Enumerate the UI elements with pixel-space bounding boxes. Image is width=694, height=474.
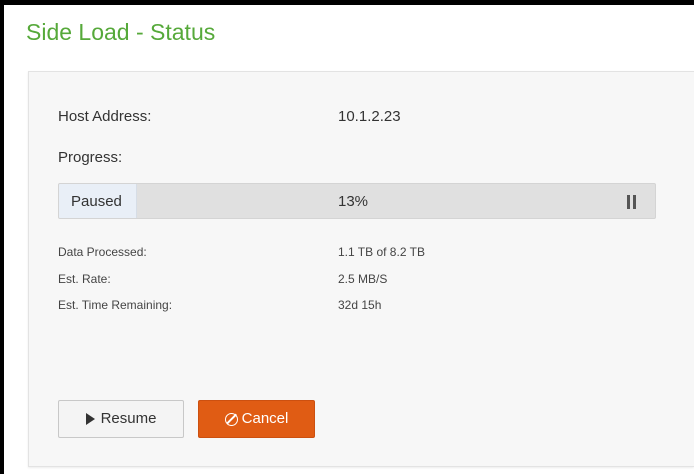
data-processed-value: 1.1 TB of 8.2 TB [338,245,425,259]
pause-icon[interactable] [627,195,637,209]
dialog-title: Side Load - Status [26,19,216,45]
window-frame-left [0,0,4,474]
resume-button-label: Resume [100,410,157,427]
est-time-remaining-label: Est. Time Remaining: [58,298,173,312]
est-time-remaining-value: 32d 15h [338,298,382,312]
play-icon [85,413,95,425]
cancel-button[interactable]: Cancel [198,400,315,438]
progress-percent-text: 13% [338,193,369,210]
resume-button[interactable]: Resume [58,400,184,438]
est-rate-value: 2.5 MB/S [338,272,388,286]
data-processed-label: Data Processed: [58,245,147,259]
progress-label: Progress: [58,149,123,166]
ban-icon [224,412,238,426]
host-address-label: Host Address: [58,108,152,125]
host-address-value: 10.1.2.23 [338,108,401,125]
progress-bar: Paused 13% [58,183,656,219]
window-frame-top [0,0,694,5]
est-rate-label: Est. Rate: [58,272,111,286]
progress-status-text: Paused [71,193,122,210]
status-panel: Host Address: 10.1.2.23 Progress: Paused… [28,71,694,467]
pause-icon-bar-left [627,195,630,209]
pause-icon-bar-right [633,195,636,209]
cancel-button-label: Cancel [241,410,289,427]
